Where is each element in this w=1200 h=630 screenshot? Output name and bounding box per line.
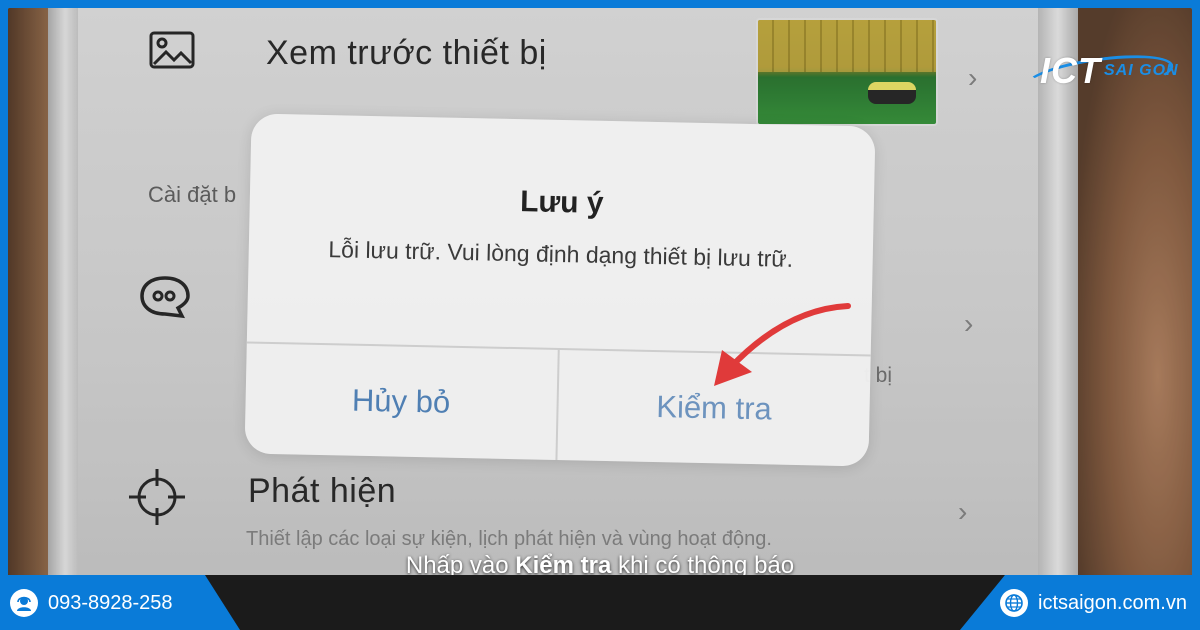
red-arrow-icon [714, 303, 851, 386]
video-frame: Xem trước thiết bị › Cài đặt b › t bị Ph… [8, 8, 1192, 622]
dialog-message: Lỗi lưu trữ. Vui lòng định dạng thiết bị… [328, 236, 794, 272]
phone-contact[interactable]: 093-8928-258 [10, 589, 173, 617]
cancel-button[interactable]: Hủy bỏ [245, 342, 558, 459]
website-contact[interactable]: ictsaigon.com.vn [1000, 589, 1187, 617]
phone-number[interactable]: 093-8928-258 [48, 592, 173, 615]
website-url[interactable]: ictsaigon.com.vn [1038, 592, 1187, 615]
contact-bar: 093-8928-258 ictsaigon.com.vn [0, 575, 1200, 630]
dialog-title: Lưu ý [519, 185, 604, 220]
ict-saigon-logo: ICT SAI GON [1018, 47, 1188, 105]
support-agent-icon [10, 589, 38, 617]
alert-dialog: Lưu ý Lỗi lưu trữ. Vui lòng định dạng th… [244, 113, 876, 467]
globe-icon [1000, 589, 1028, 617]
